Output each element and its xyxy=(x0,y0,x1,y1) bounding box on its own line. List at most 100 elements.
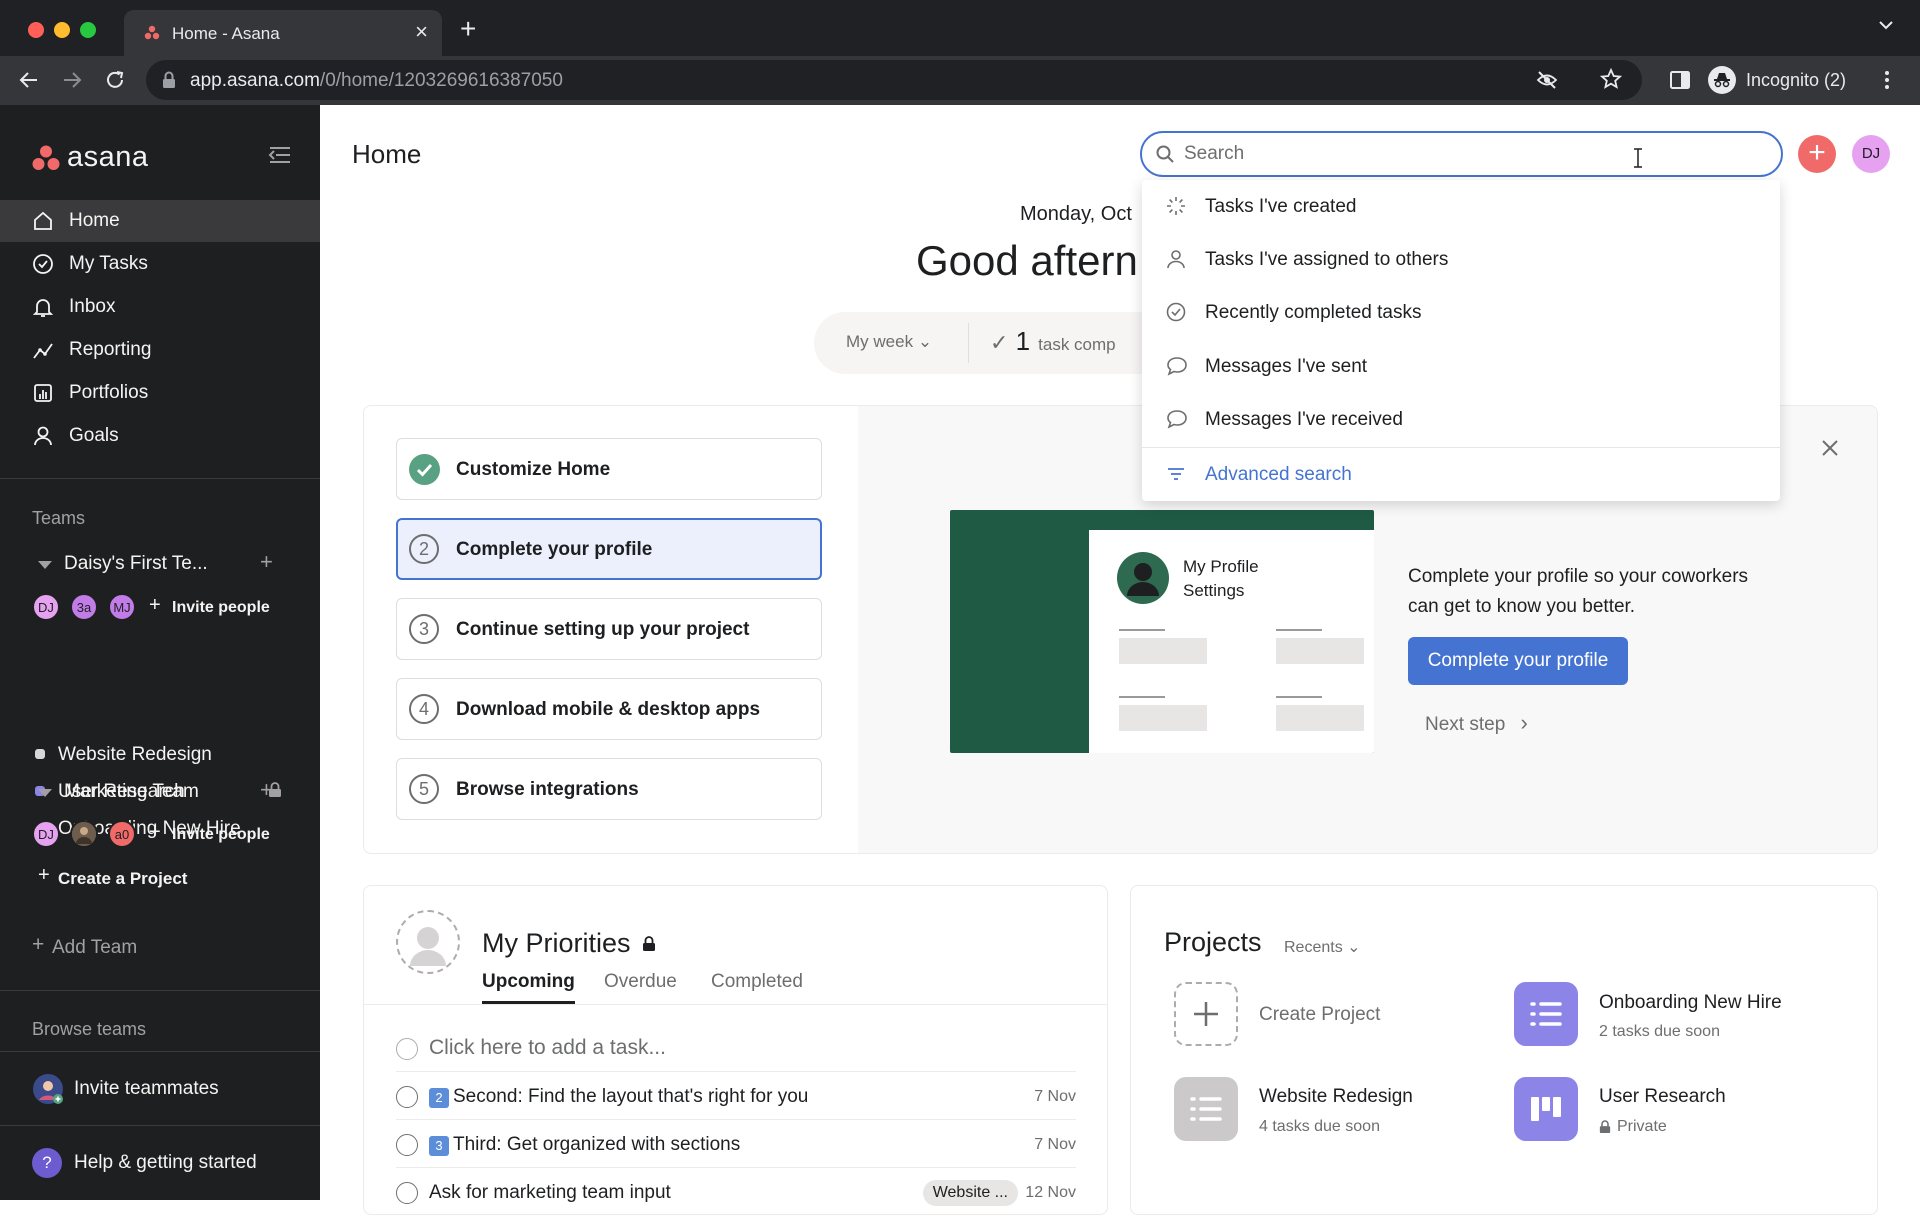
search-suggestion-tasks-assigned[interactable]: Tasks I've assigned to others xyxy=(1142,233,1780,285)
placeholder-line xyxy=(1276,629,1322,631)
task-row[interactable]: 2 Second: Find the layout that's right fo… xyxy=(396,1072,1076,1120)
sidebar-item-portfolios[interactable]: Portfolios xyxy=(0,372,320,414)
tab-overdue[interactable]: Overdue xyxy=(604,971,677,993)
recents-dropdown[interactable]: Recents ⌄ xyxy=(1284,937,1361,957)
tasks-completed-stat: ✓ 1 task comp xyxy=(990,326,1116,356)
create-project-tile[interactable] xyxy=(1174,982,1238,1046)
search-suggestion-recently-completed[interactable]: Recently completed tasks xyxy=(1142,286,1780,338)
placeholder-field xyxy=(1119,705,1207,731)
create-project-label[interactable]: Create Project xyxy=(1259,1004,1380,1026)
lock-icon xyxy=(642,936,656,952)
illustration-panel: My Profile Settings xyxy=(1089,530,1374,753)
task-due-date: 7 Nov xyxy=(1034,1136,1076,1153)
lock-icon[interactable] xyxy=(162,71,176,89)
eye-off-icon[interactable] xyxy=(1536,69,1558,91)
chevron-right-icon: › xyxy=(1520,710,1528,735)
invite-plus-icon[interactable]: + xyxy=(149,594,161,617)
collapse-team-icon[interactable] xyxy=(38,561,52,569)
project-name[interactable]: Website Redesign xyxy=(1259,1086,1413,1108)
task-row[interactable]: Ask for marketing team input Website ...… xyxy=(396,1168,1076,1216)
minimize-window-icon[interactable] xyxy=(54,22,70,38)
avatar[interactable]: MJ xyxy=(108,593,136,621)
side-panel-icon[interactable] xyxy=(1669,69,1691,91)
search-bar[interactable] xyxy=(1140,131,1783,177)
bell-icon xyxy=(32,296,54,318)
check-circle-icon[interactable] xyxy=(396,1086,418,1108)
sidebar-project-website-redesign[interactable]: Website Redesign xyxy=(58,744,212,766)
project-tile-website-redesign[interactable] xyxy=(1174,1077,1238,1141)
browser-tab[interactable]: Home - Asana × xyxy=(124,10,442,56)
complete-profile-button[interactable]: Complete your profile xyxy=(1408,637,1628,685)
setup-step-download-apps[interactable]: 4 Download mobile & desktop apps xyxy=(396,678,822,740)
step-label: Download mobile & desktop apps xyxy=(456,699,761,720)
team-name[interactable]: Daisy's First Te... xyxy=(64,553,208,575)
sidebar-item-home[interactable]: Home xyxy=(0,200,320,242)
bookmark-star-icon[interactable] xyxy=(1600,68,1622,90)
search-input[interactable] xyxy=(1184,142,1724,166)
search-suggestion-messages-received[interactable]: Messages I've received xyxy=(1142,393,1780,445)
add-to-team-icon[interactable]: + xyxy=(260,549,273,575)
sparkle-icon xyxy=(1166,196,1186,216)
portfolio-icon xyxy=(32,382,54,404)
close-window-icon[interactable] xyxy=(28,22,44,38)
asana-logo[interactable]: asana xyxy=(32,141,149,174)
check-circle-icon[interactable] xyxy=(396,1182,418,1204)
collapse-sidebar-icon[interactable] xyxy=(268,145,292,165)
sidebar-project-onboarding-new-hire[interactable]: Onboarding New Hire xyxy=(58,818,241,840)
back-icon[interactable] xyxy=(18,69,40,91)
setup-step-continue-project[interactable]: 3 Continue setting up your project xyxy=(396,598,822,660)
project-tile-user-research[interactable] xyxy=(1514,1077,1578,1141)
close-icon[interactable] xyxy=(1820,438,1840,458)
setup-step-complete-profile[interactable]: 2 Complete your profile xyxy=(396,518,822,580)
add-task-row[interactable]: Click here to add a task... xyxy=(396,1024,1076,1072)
browser-tab-strip: Home - Asana × + xyxy=(0,0,1920,56)
priorities-title: My Priorities xyxy=(482,928,631,958)
priorities-avatar[interactable] xyxy=(396,910,460,974)
incognito-icon xyxy=(1708,66,1736,94)
sidebar-project-user-research[interactable]: User Research xyxy=(58,781,185,803)
address-bar[interactable]: app.asana.com/0/home/1203269616387050 xyxy=(146,60,1642,100)
reload-icon[interactable] xyxy=(104,69,126,91)
quick-add-button[interactable]: + xyxy=(1798,135,1836,173)
sidebar-item-label: Reporting xyxy=(69,339,152,360)
project-name[interactable]: Onboarding New Hire xyxy=(1599,992,1782,1014)
sidebar-item-inbox[interactable]: Inbox xyxy=(0,286,320,328)
incognito-badge[interactable]: Incognito (2) xyxy=(1708,65,1854,95)
check-circle-icon[interactable] xyxy=(396,1134,418,1156)
check-circle-icon xyxy=(1166,302,1186,322)
avatar[interactable]: 3a xyxy=(70,593,98,621)
tab-search-chevron-icon[interactable] xyxy=(1878,20,1894,30)
task-due-date: 12 Nov xyxy=(1025,1184,1076,1201)
week-filter-dropdown[interactable]: My week ⌄ xyxy=(846,332,932,352)
close-tab-icon[interactable]: × xyxy=(415,21,428,43)
setup-step-browse-integrations[interactable]: 5 Browse integrations xyxy=(396,758,822,820)
task-row[interactable]: 3 Third: Get organized with sections 7 No… xyxy=(396,1120,1076,1168)
sidebar-item-my-tasks[interactable]: My Tasks xyxy=(0,243,320,285)
tabs-divider xyxy=(364,1004,1107,1005)
maximize-window-icon[interactable] xyxy=(80,22,96,38)
project-tile-onboarding[interactable] xyxy=(1514,982,1578,1046)
suggestion-label: Messages I've received xyxy=(1205,409,1403,430)
project-name[interactable]: User Research xyxy=(1599,1086,1726,1108)
placeholder-line xyxy=(1119,629,1165,631)
invite-people-link[interactable]: Invite people xyxy=(172,599,270,617)
sidebar-item-reporting[interactable]: Reporting xyxy=(0,329,320,371)
illustration-title-2: Settings xyxy=(1183,581,1245,600)
new-tab-icon[interactable]: + xyxy=(460,15,476,43)
next-step-button[interactable]: Next step › xyxy=(1425,710,1528,736)
date-label: Monday, Oct xyxy=(1020,203,1132,225)
tab-upcoming[interactable]: Upcoming xyxy=(482,971,575,1004)
browser-menu-icon[interactable] xyxy=(1884,69,1890,91)
greeting-text: Good aftern xyxy=(916,237,1138,284)
tab-completed[interactable]: Completed xyxy=(711,971,803,993)
advanced-search-link[interactable]: Advanced search xyxy=(1142,448,1780,500)
setup-step-customize-home[interactable]: Customize Home xyxy=(396,438,822,500)
forward-icon[interactable] xyxy=(61,69,83,91)
search-suggestion-messages-sent[interactable]: Messages I've sent xyxy=(1142,340,1780,392)
avatar[interactable]: DJ xyxy=(32,593,60,621)
project-tag[interactable]: Website ... xyxy=(922,1180,1018,1206)
project-color-swatch xyxy=(35,749,45,759)
sidebar-item-goals[interactable]: Goals xyxy=(0,415,320,457)
search-suggestion-tasks-created[interactable]: Tasks I've created xyxy=(1142,180,1780,232)
user-avatar[interactable]: DJ xyxy=(1852,135,1890,173)
